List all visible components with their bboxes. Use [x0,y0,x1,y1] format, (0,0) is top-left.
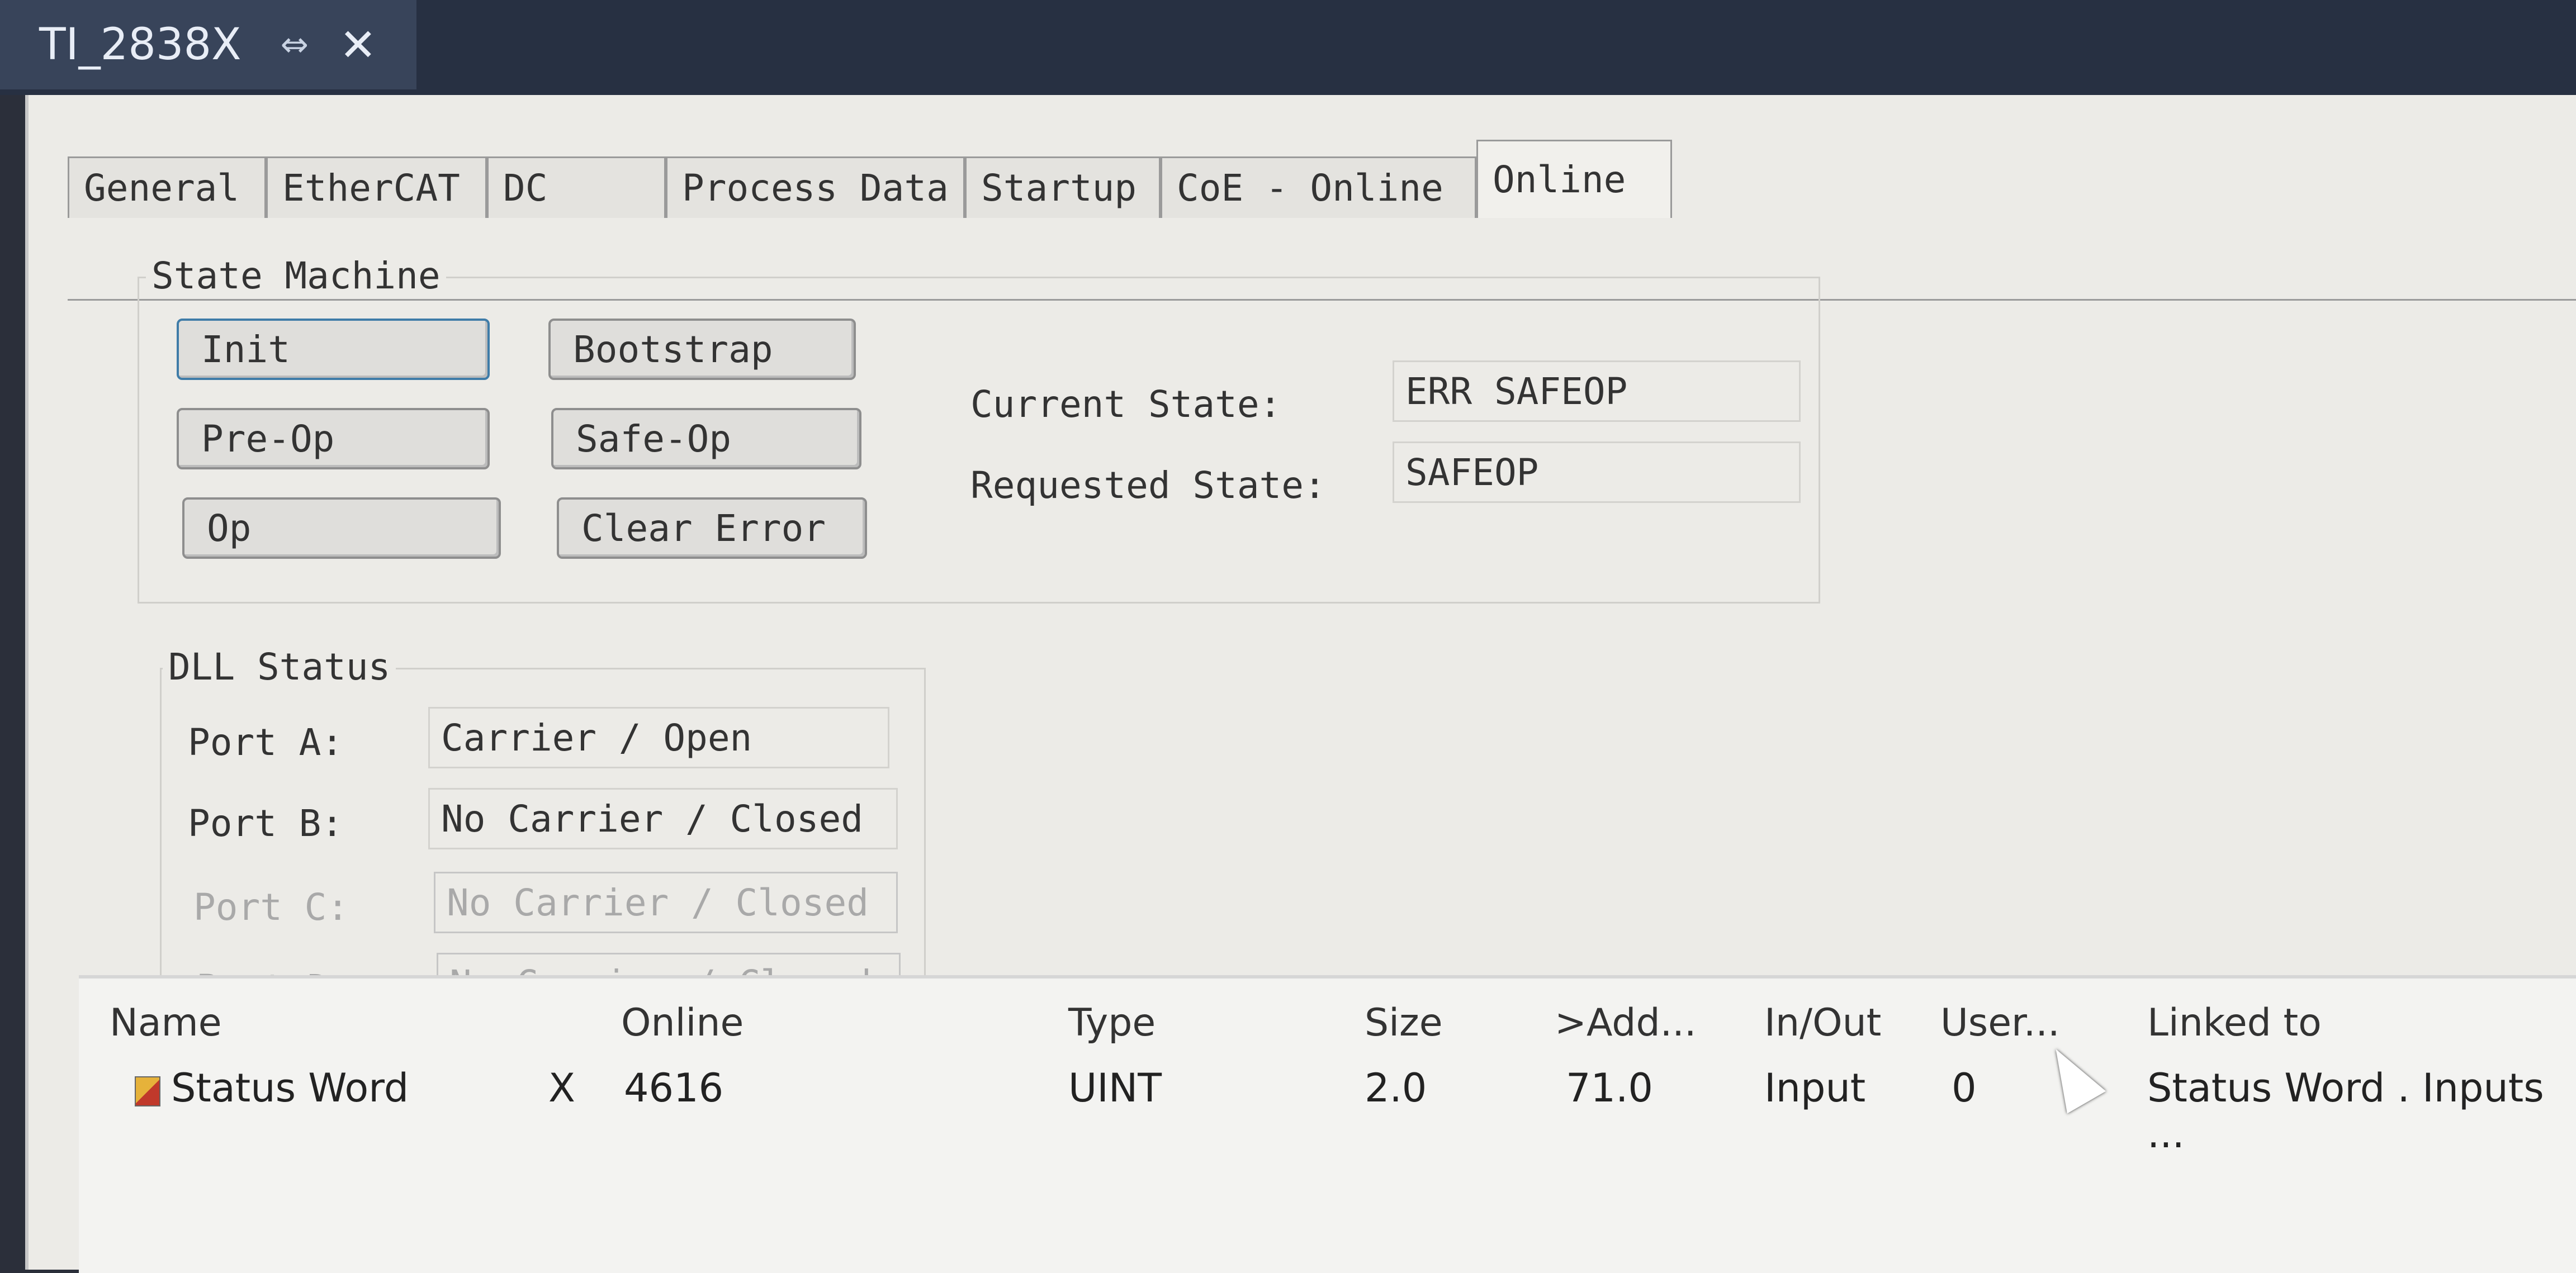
row-address: 71.0 [1566,1065,1653,1111]
port-c-label: Port C: [193,886,349,929]
row-linked-to: Status Word . Inputs ... [2147,1065,2544,1157]
tab-ethercat[interactable]: EtherCAT [266,156,487,218]
column-name[interactable]: Name [110,1001,222,1045]
current-state-label: Current State: [970,383,1282,426]
tab-bar: General EtherCAT DC Process Data Startup… [68,126,2576,218]
dll-status-title: DLL Status [163,645,396,688]
row-name: Status Word [171,1065,409,1111]
column-user[interactable]: User... [1940,1001,2060,1045]
port-a-label: Port A: [188,721,344,764]
tab-general[interactable]: General [68,156,266,218]
row-type: UINT [1068,1065,1162,1111]
clear-error-button[interactable]: Clear Error [557,497,867,559]
device-settings-window: General EtherCAT DC Process Data Startup… [25,95,2576,1273]
tab-process-data[interactable]: Process Data [666,156,965,218]
requested-state-label: Requested State: [970,464,1326,507]
op-button[interactable]: Op [182,497,501,559]
row-online: 4616 [624,1065,724,1111]
port-a-value: Carrier / Open [428,707,889,768]
current-state-value: ERR SAFEOP [1393,360,1801,422]
port-b-value: No Carrier / Closed [428,788,898,849]
pin-icon[interactable]: ⇔ [281,25,309,64]
port-b-label: Port B: [188,802,344,845]
variable-icon [135,1076,160,1106]
preop-button[interactable]: Pre-Op [177,408,490,469]
column-address[interactable]: >Add... [1555,1001,1696,1045]
column-online[interactable]: Online [621,1001,744,1045]
port-c-value: No Carrier / Closed [434,872,898,933]
tab-coe-online[interactable]: CoE - Online [1161,156,1476,218]
tab-startup[interactable]: Startup [965,156,1161,218]
bootstrap-button[interactable]: Bootstrap [548,319,856,380]
column-in-out[interactable]: In/Out [1764,1001,1881,1045]
row-in-out: Input [1764,1065,1866,1111]
column-type[interactable]: Type [1068,1001,1156,1045]
list-header: Name Online Type Size >Add... In/Out Use… [79,978,2576,1051]
row-force-flag: X [548,1065,575,1111]
tab-online[interactable]: Online [1476,140,1672,218]
row-user: 0 [1952,1065,1977,1111]
column-linked-to[interactable]: Linked to [2147,1001,2322,1045]
variable-list: Name Online Type Size >Add... In/Out Use… [79,975,2576,1273]
table-row[interactable]: Status Word X 4616 UINT 2.0 71.0 Input 0… [79,1060,2576,1157]
column-size[interactable]: Size [1365,1001,1443,1045]
init-button[interactable]: Init [177,319,490,380]
tab-dc[interactable]: DC [487,156,666,218]
document-tab-title: TI_2838X [39,20,242,70]
safeop-button[interactable]: Safe-Op [551,408,861,469]
requested-state-value: SAFEOP [1393,441,1801,503]
state-machine-title: State Machine [146,254,446,297]
close-icon[interactable]: ✕ [339,19,377,71]
document-tab-strip: TI_2838X ⇔ ✕ [0,0,2576,95]
document-tab[interactable]: TI_2838X ⇔ ✕ [0,0,416,89]
row-size: 2.0 [1365,1065,1427,1111]
